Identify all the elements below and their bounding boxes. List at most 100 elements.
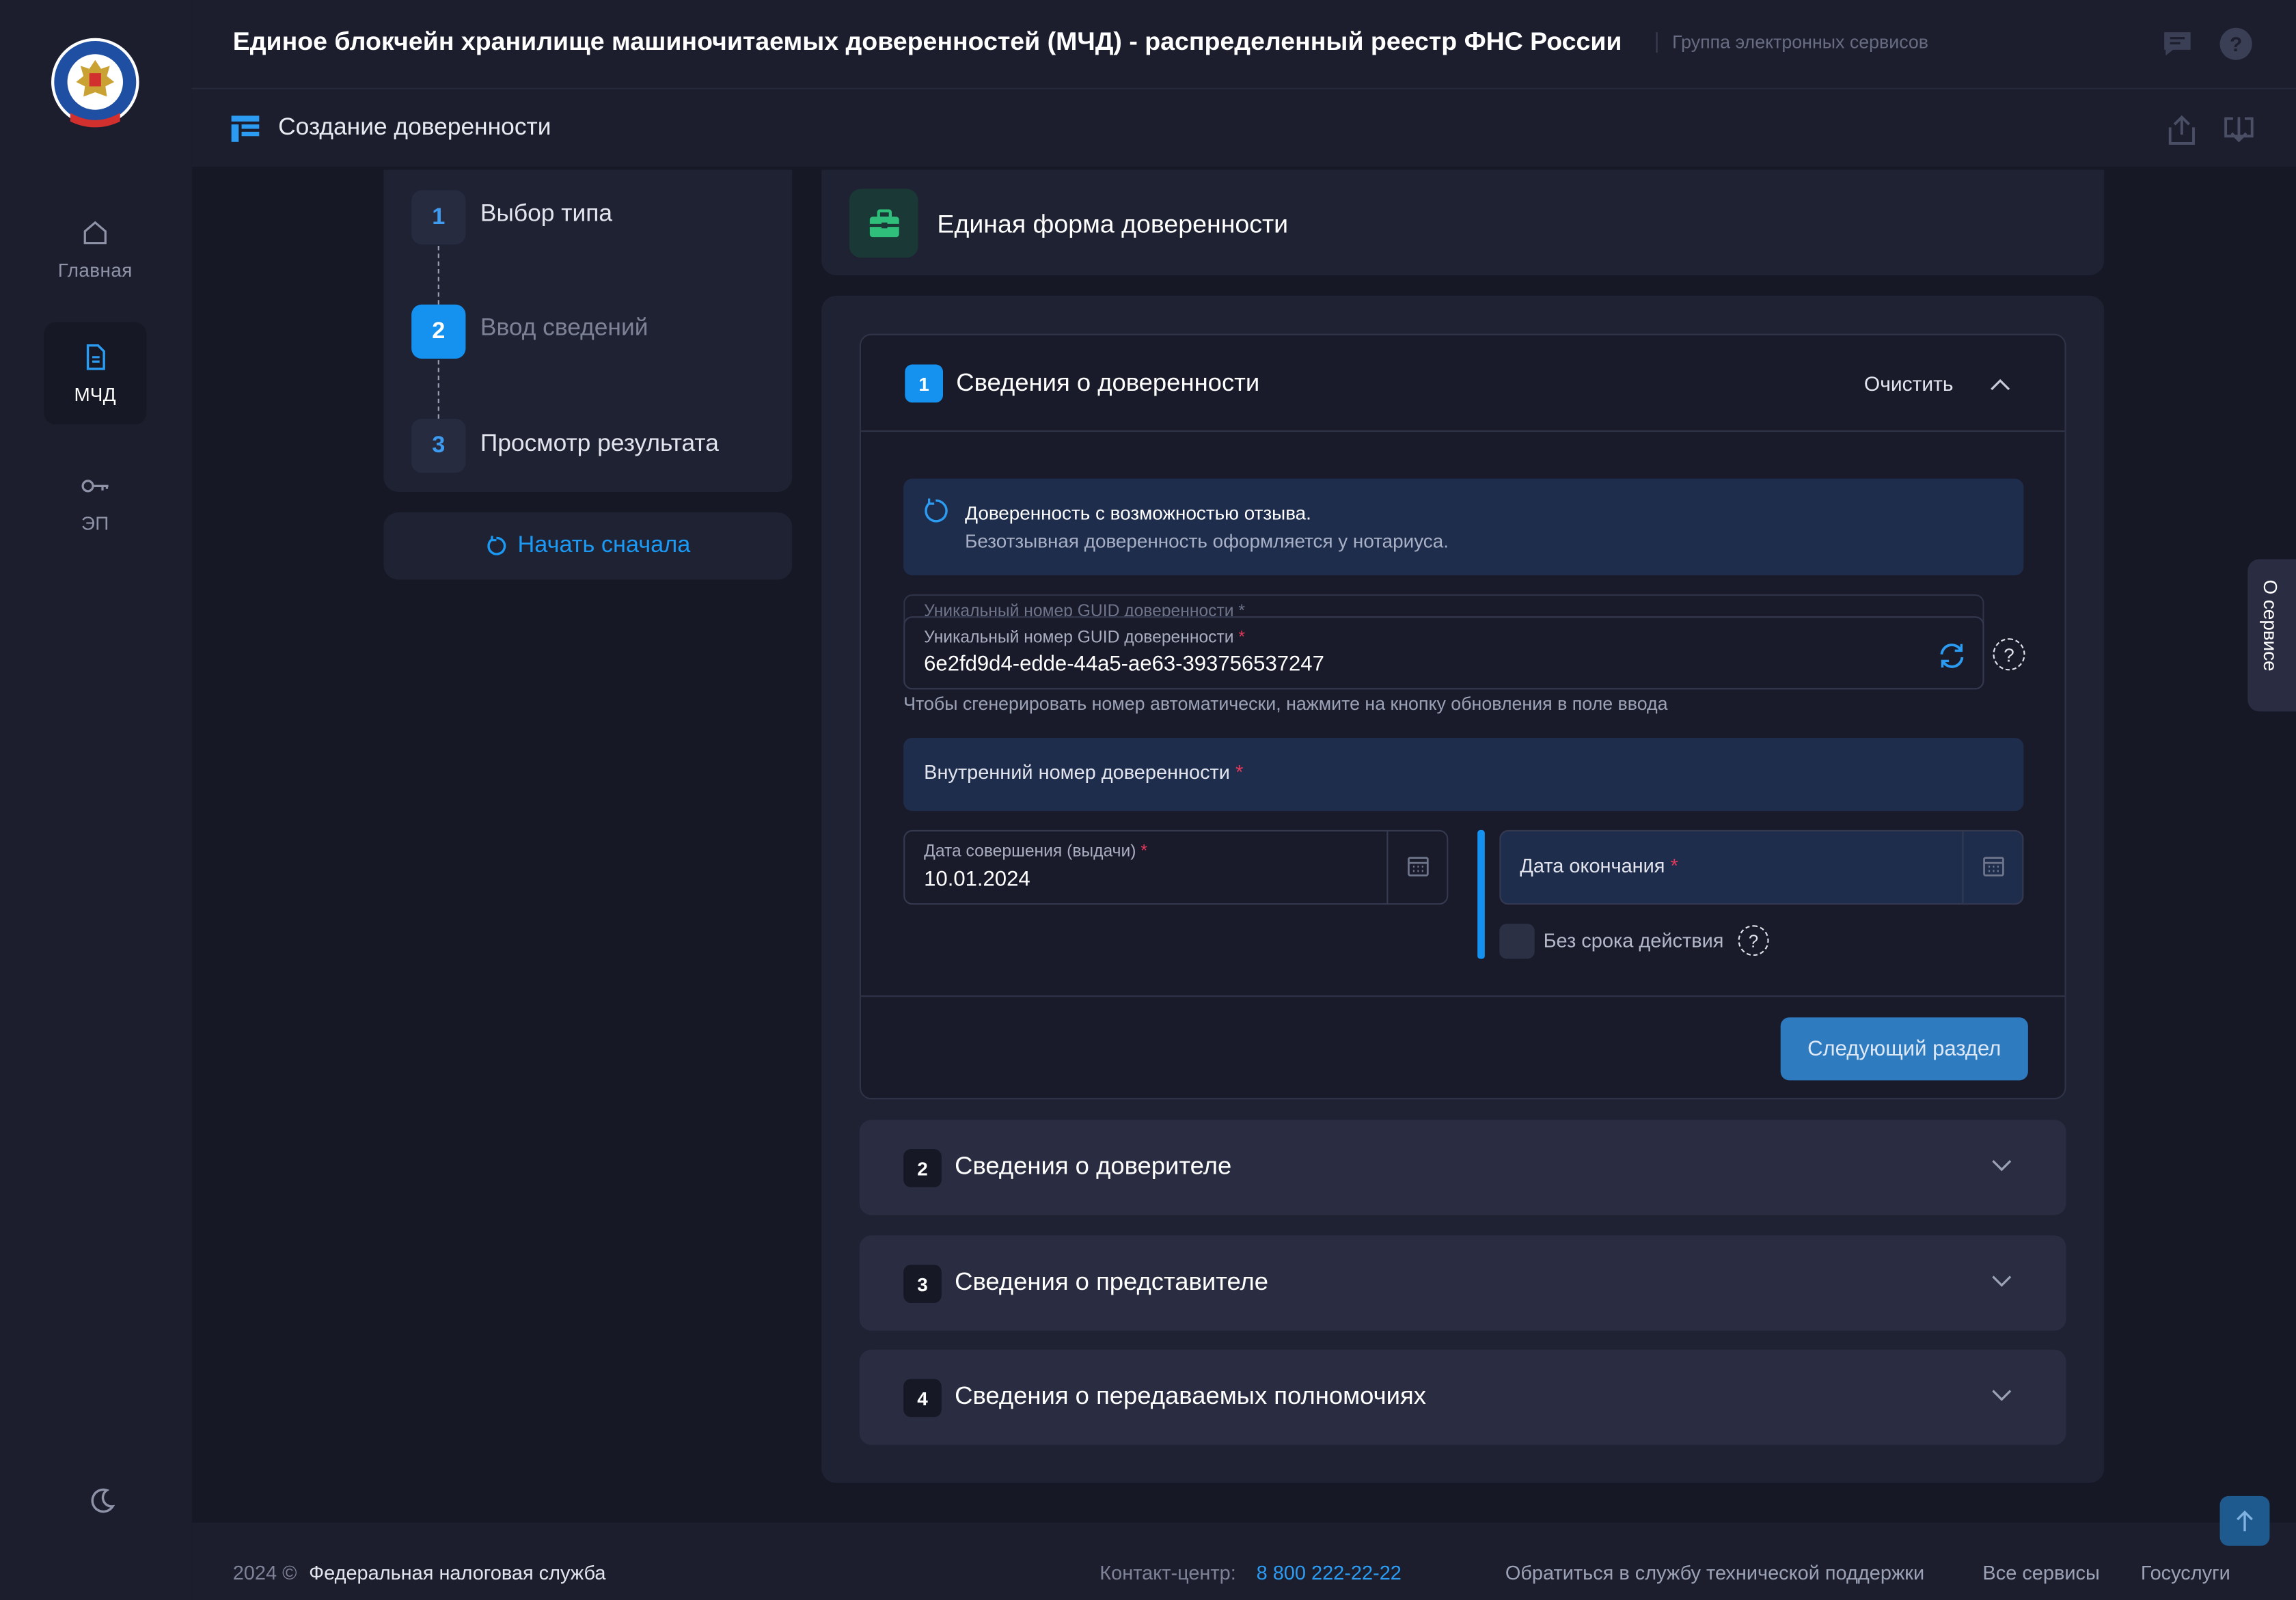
date-group-indicator [1477, 829, 1485, 959]
download-icon [2224, 117, 2254, 143]
section-principal[interactable]: 2 Сведения о доверителе [859, 1120, 2066, 1215]
scroll-to-top-button[interactable] [2219, 1495, 2270, 1546]
no-limit-help-icon[interactable]: ? [1738, 925, 1769, 956]
info-line-1: Доверенность с возможностью отзыва. [965, 501, 1311, 525]
home-icon [83, 220, 107, 244]
guid-field[interactable]: Уникальный номер GUID доверенности * 6e2… [903, 616, 1984, 690]
step-number[interactable]: 3 [411, 418, 466, 473]
guid-hint: Чтобы сгенерировать номер автоматически,… [903, 693, 1668, 715]
no-limit-checkbox[interactable] [1499, 924, 1535, 959]
section-number: 2 [903, 1149, 942, 1187]
end-date-field[interactable]: Дата окончания * [1499, 829, 2024, 905]
fns-logo-icon[interactable] [50, 33, 141, 130]
key-icon [81, 479, 109, 492]
end-date-label: Дата окончания * [1520, 855, 1678, 877]
footer: 2024 © Федеральная налоговая служба Конт… [191, 1522, 2296, 1600]
sidebar-item-label: ЭП [81, 511, 109, 534]
info-banner: Доверенность с возможностью отзыва. Безо… [903, 478, 2024, 576]
chevron-down-icon[interactable] [1990, 1273, 2013, 1288]
sidebar-item-ep[interactable]: ЭП [44, 451, 146, 553]
briefcase-icon [849, 189, 918, 258]
section-title: Сведения о представителе [955, 1267, 1269, 1296]
app-title: Единое блокчейн хранилище машиночитаемых… [232, 26, 1622, 56]
form-title: Единая форма доверенности [937, 209, 1289, 239]
info-line-2: Безотзывная доверенность оформляется у н… [965, 529, 1449, 552]
step-label-result[interactable]: Просмотр результата [480, 430, 719, 458]
calendar-icon[interactable] [1407, 855, 1429, 877]
step-number[interactable]: 2 [411, 304, 466, 359]
internal-number-label: Внутренний номер доверенности * [924, 761, 1244, 784]
sidebar: Главная МЧД ЭП [0, 0, 192, 1600]
footer-org: Федеральная налоговая служба [309, 1562, 606, 1584]
step-label-type[interactable]: Выбор типа [480, 201, 612, 229]
internal-number-field[interactable]: Внутренний номер доверенности * [903, 737, 2024, 812]
clear-button[interactable]: Очистить [1864, 372, 1954, 395]
page-title: Создание доверенности [278, 114, 551, 141]
upload-icon [2168, 115, 2195, 145]
footer-support-link[interactable]: Обратиться в службу технической поддержк… [1505, 1562, 1924, 1584]
section-number: 4 [903, 1379, 942, 1418]
restart-button[interactable]: Начать сначала [383, 512, 793, 580]
section-powers[interactable]: 4 Сведения о передаваемых полномочиях [859, 1349, 2066, 1445]
collapse-button[interactable] [1988, 373, 2012, 400]
divider [861, 995, 2065, 997]
chat-icon [2164, 32, 2191, 56]
help-icon: ? [2229, 32, 2243, 56]
calendar-icon[interactable] [1982, 855, 2004, 877]
guid-help-icon[interactable]: ? [1993, 638, 2025, 671]
moon-icon [91, 1488, 115, 1513]
section-representative[interactable]: 3 Сведения о представителе [859, 1235, 2066, 1331]
restart-icon [487, 536, 506, 555]
sidebar-item-mchd[interactable]: МЧД [44, 322, 147, 425]
step-connector [437, 360, 439, 419]
document-icon [86, 343, 105, 370]
section-number: 1 [905, 364, 943, 403]
sidebar-item-label: Главная [57, 258, 133, 281]
stepper: 1 Выбор типа 2 Ввод сведений 3 Просмотр … [383, 169, 793, 492]
help-button[interactable]: ? [2219, 27, 2252, 60]
step-number[interactable]: 1 [411, 190, 466, 245]
next-section-button[interactable]: Следующий раздел [1780, 1017, 2028, 1081]
footer-copyright: 2024 © [232, 1562, 297, 1584]
issue-date-input[interactable]: 10.01.2024 [924, 868, 1030, 892]
theme-toggle[interactable] [88, 1486, 118, 1523]
footer-contact-label: Контакт-центр: [1099, 1562, 1236, 1584]
step-connector [437, 245, 439, 305]
refresh-icon [1940, 644, 1964, 668]
arrow-up-icon [2237, 1511, 2253, 1532]
form-container: 1 Сведения о доверенности Очистить Довер… [821, 295, 2105, 1483]
export-button[interactable] [2164, 113, 2199, 155]
import-button[interactable] [2222, 113, 2256, 155]
chat-button[interactable] [2161, 29, 2194, 66]
issue-date-label: Дата совершения (выдачи) * [924, 843, 1147, 861]
app-subtitle[interactable]: Группа электронных сервисов [1656, 32, 1928, 53]
form-header-card: Единая форма доверенности [821, 169, 2105, 275]
divider [1386, 831, 1389, 904]
guid-label: Уникальный номер GUID доверенности * [924, 629, 1245, 648]
section-title: Сведения о доверителе [955, 1152, 1232, 1181]
restart-label: Начать сначала [517, 532, 691, 558]
footer-gosuslugi-link[interactable]: Госуслуги [2141, 1562, 2230, 1584]
footer-all-services-link[interactable]: Все сервисы [1982, 1562, 2099, 1584]
divider [861, 430, 2065, 432]
section-title: Сведения о передаваемых полномочиях [955, 1381, 1426, 1410]
section-power-of-attorney: 1 Сведения о доверенности Очистить Довер… [859, 333, 2066, 1100]
form-list-icon [231, 115, 261, 149]
revoke-icon [925, 498, 948, 523]
sidebar-item-home[interactable]: Главная [44, 197, 146, 300]
app-root: Главная МЧД ЭП Единое блокчейн хранилище… [0, 0, 2296, 1600]
sidebar-item-label: МЧД [74, 383, 117, 405]
footer-contact-phone[interactable]: 8 800 222-22-22 [1257, 1562, 1402, 1584]
chevron-up-icon [1991, 378, 2010, 391]
step-label-input[interactable]: Ввод сведений [480, 315, 648, 343]
section-number: 3 [903, 1265, 942, 1304]
generate-guid-button[interactable] [1937, 643, 1967, 676]
section-title[interactable]: Сведения о доверенности [956, 369, 1259, 398]
sub-header: Создание доверенности [191, 89, 2296, 167]
issue-date-field[interactable]: Дата совершения (выдачи) * 10.01.2024 [903, 829, 1449, 905]
no-limit-label[interactable]: Без срока действия [1544, 930, 1724, 952]
guid-input[interactable]: 6e2fd9d4-edde-44a5-ae63-393756537247 [924, 653, 1324, 676]
chevron-down-icon[interactable] [1990, 1158, 2013, 1172]
about-service-tab[interactable]: О сервисе [2247, 559, 2296, 712]
chevron-down-icon[interactable] [1990, 1388, 2013, 1402]
